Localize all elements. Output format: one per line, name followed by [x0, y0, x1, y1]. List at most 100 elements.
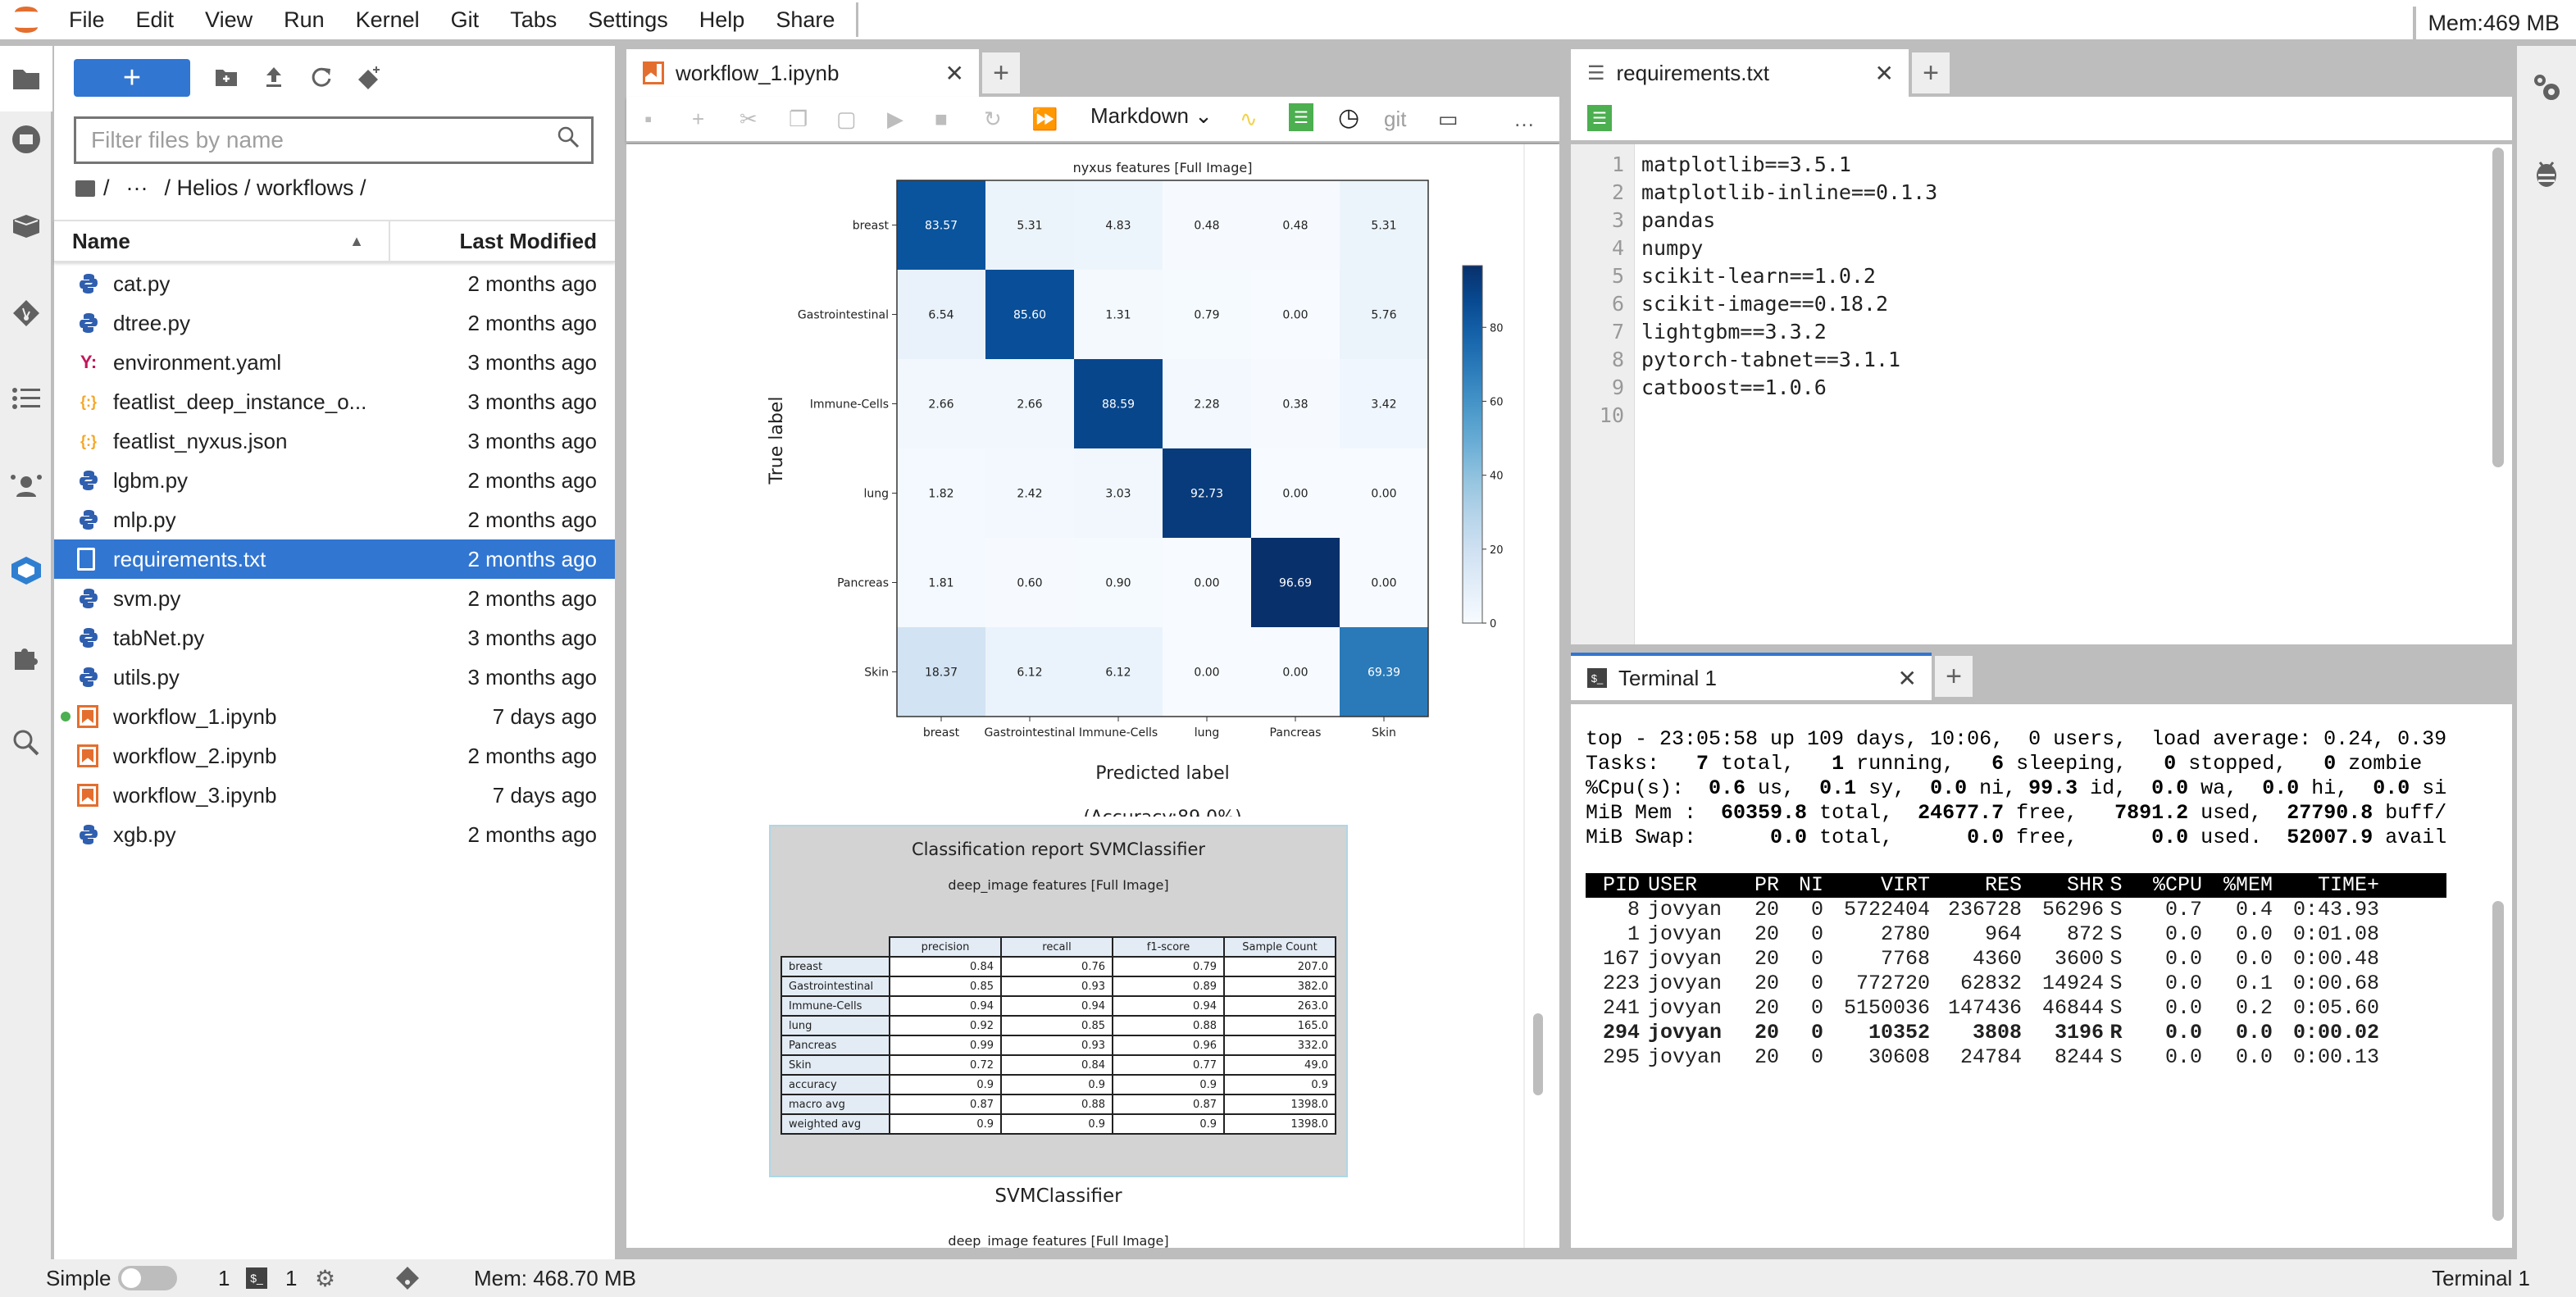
- code-line[interactable]: matplotlib-inline==0.1.3: [1641, 180, 1937, 204]
- close-tab-icon[interactable]: ✕: [1898, 665, 1917, 692]
- git-icon[interactable]: [0, 280, 52, 346]
- terminal-output[interactable]: top - 23:05:58 up 109 days, 10:06, 0 use…: [1571, 702, 2512, 1248]
- panel-splitter[interactable]: [615, 46, 626, 1259]
- file-row[interactable]: Y: environment.yaml 3 months ago: [54, 343, 615, 382]
- insert-cell-icon[interactable]: +: [692, 107, 704, 132]
- more-options-icon[interactable]: …: [1513, 107, 1535, 132]
- add-tab-button[interactable]: +: [1912, 52, 1950, 93]
- paste-icon[interactable]: ▢: [836, 107, 857, 132]
- run-all-icon[interactable]: ⏩: [1031, 107, 1058, 132]
- file-row[interactable]: xgb.py 2 months ago: [54, 815, 615, 854]
- cell-type-select[interactable]: Markdown ⌄: [1090, 103, 1213, 129]
- cut-icon[interactable]: ✂: [740, 107, 758, 132]
- copy-icon[interactable]: ❐: [789, 107, 808, 132]
- file-row[interactable]: workflow_1.ipynb 7 days ago: [54, 697, 615, 736]
- extension-cube-icon[interactable]: [0, 538, 52, 603]
- scrollbar-thumb[interactable]: [1533, 1013, 1543, 1095]
- package-icon[interactable]: [0, 193, 52, 259]
- code-line[interactable]: matplotlib==3.5.1: [1641, 152, 1851, 176]
- panel-splitter[interactable]: [1559, 46, 1571, 1259]
- property-inspector-icon[interactable]: ☰: [1289, 103, 1313, 131]
- file-row[interactable]: {:} featlist_nyxus.json 3 months ago: [54, 421, 615, 461]
- breadcrumb-ellipsis[interactable]: ···: [126, 175, 148, 201]
- file-row[interactable]: cat.py 2 months ago: [54, 264, 615, 303]
- notes-icon[interactable]: ▭: [1438, 107, 1459, 132]
- git-status-icon[interactable]: [395, 1266, 420, 1296]
- breadcrumb-root[interactable]: /: [103, 175, 110, 201]
- home-folder-icon[interactable]: [75, 180, 95, 197]
- close-tab-icon[interactable]: ✕: [1875, 60, 1894, 87]
- run-icon[interactable]: ▶: [887, 107, 903, 132]
- terminal-count[interactable]: 1: [285, 1266, 297, 1291]
- menu-file[interactable]: File: [69, 7, 105, 33]
- code-line[interactable]: pandas: [1641, 208, 1715, 232]
- collaboration-icon[interactable]: [0, 453, 52, 518]
- save-icon[interactable]: ▪: [644, 107, 652, 132]
- menu-settings[interactable]: Settings: [588, 7, 668, 33]
- code-line[interactable]: pytorch-tabnet==3.1.1: [1641, 348, 1900, 371]
- folder-icon[interactable]: [0, 46, 52, 111]
- file-row[interactable]: utils.py 3 months ago: [54, 658, 615, 697]
- code-line[interactable]: scikit-learn==1.0.2: [1641, 264, 1876, 288]
- code-line[interactable]: numpy: [1641, 236, 1703, 260]
- line-number: 4: [1611, 236, 1624, 260]
- file-row[interactable]: mlp.py 2 months ago: [54, 500, 615, 539]
- menu-run[interactable]: Run: [284, 7, 325, 33]
- variable-inspector-icon[interactable]: ∿: [1240, 107, 1258, 132]
- menu-view[interactable]: View: [205, 7, 253, 33]
- restart-icon[interactable]: ↻: [984, 107, 1002, 132]
- file-modified: 3 months ago: [467, 349, 597, 375]
- upload-icon[interactable]: [259, 62, 289, 92]
- editor-scrollbar[interactable]: [2492, 148, 2504, 467]
- code-line[interactable]: scikit-image==0.18.2: [1641, 292, 1888, 316]
- search-icon[interactable]: [0, 710, 52, 776]
- menu-edit[interactable]: Edit: [136, 7, 175, 33]
- refresh-icon[interactable]: [307, 62, 336, 92]
- tab-terminal-1[interactable]: $_ Terminal 1 ✕: [1571, 653, 1932, 700]
- text-editor[interactable]: 1 2 3 4 5 6 7 8 9 10 matplotlib==3.5.1 matplotlib-…: [1571, 144, 2512, 644]
- simple-mode-toggle[interactable]: [118, 1266, 177, 1290]
- breadcrumb-path[interactable]: / Helios / workflows /: [165, 175, 366, 201]
- tab-title: Terminal 1: [1618, 665, 1717, 690]
- terminal-scrollbar[interactable]: [2492, 901, 2504, 1221]
- file-row[interactable]: lgbm.py 2 months ago: [54, 461, 615, 500]
- kernel-count[interactable]: 1: [218, 1266, 230, 1291]
- line-number-gutter: 1 2 3 4 5 6 7 8 9 10: [1571, 144, 1635, 644]
- last-modified-column-header[interactable]: Last Modified: [390, 229, 615, 254]
- debugger-bug-icon[interactable]: [2517, 141, 2576, 207]
- file-row[interactable]: workflow_3.ipynb 7 days ago: [54, 776, 615, 815]
- close-tab-icon[interactable]: ✕: [945, 60, 964, 87]
- git-diff-button[interactable]: git: [1384, 107, 1406, 132]
- menu-kernel[interactable]: Kernel: [356, 7, 420, 33]
- notebook-scrollbar[interactable]: [1523, 144, 1548, 1248]
- new-launcher-button[interactable]: +: [74, 59, 190, 97]
- file-row[interactable]: tabNet.py 3 months ago: [54, 618, 615, 658]
- stop-icon[interactable]: ■: [935, 107, 948, 132]
- file-row[interactable]: {:} featlist_deep_instance_o... 3 months a…: [54, 382, 615, 421]
- menu-git[interactable]: Git: [451, 7, 480, 33]
- file-row[interactable]: svm.py 2 months ago: [54, 579, 615, 618]
- file-row[interactable]: dtree.py 2 months ago: [54, 303, 615, 343]
- file-row[interactable]: workflow_2.ipynb 2 months ago: [54, 736, 615, 776]
- code-line[interactable]: lightgbm==3.3.2: [1641, 320, 1827, 344]
- add-tab-button[interactable]: +: [982, 52, 1020, 93]
- menu-share[interactable]: Share: [776, 7, 835, 33]
- add-tab-button[interactable]: +: [1935, 656, 1973, 697]
- tab-requirements[interactable]: ☰ requirements.txt ✕: [1571, 49, 1909, 97]
- file-modified: 2 months ago: [467, 821, 597, 847]
- property-inspector-icon[interactable]: ☰: [1587, 105, 1612, 131]
- git-clone-icon[interactable]: [354, 62, 384, 92]
- filter-files-input[interactable]: Filter files by name: [74, 116, 594, 164]
- table-of-contents-icon[interactable]: [0, 366, 52, 431]
- name-column-header[interactable]: Name ▲: [54, 221, 390, 262]
- new-folder-icon[interactable]: [212, 62, 241, 92]
- extension-manager-icon[interactable]: [0, 625, 52, 690]
- menu-help[interactable]: Help: [699, 7, 745, 33]
- clock-icon[interactable]: ◷: [1338, 103, 1359, 132]
- code-line[interactable]: catboost==1.0.6: [1641, 375, 1827, 399]
- running-icon[interactable]: [0, 107, 52, 172]
- tab-workflow-1[interactable]: workflow_1.ipynb ✕: [626, 49, 979, 97]
- file-row[interactable]: requirements.txt 2 months ago: [54, 539, 615, 579]
- menu-tabs[interactable]: Tabs: [510, 7, 557, 33]
- property-inspector-gears-icon[interactable]: [2517, 54, 2576, 120]
